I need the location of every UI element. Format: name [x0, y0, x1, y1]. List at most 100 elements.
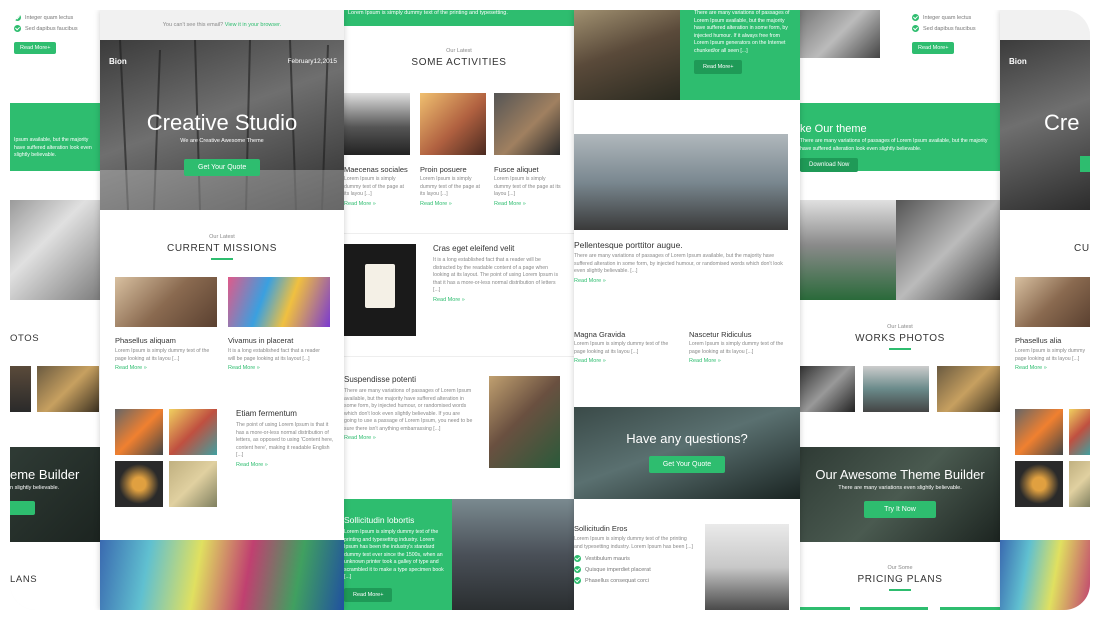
read-more-link[interactable]: Read More »	[344, 201, 410, 207]
lamp-photo	[1015, 461, 1063, 507]
hat-woman-photo	[800, 200, 896, 300]
right-edge-column: Bion Cre CU Phasellus alia Lorem Ipsum i…	[1000, 10, 1090, 610]
reader-photo	[489, 376, 560, 468]
section-eyebrow: Our Latest	[887, 324, 913, 330]
check-icon	[574, 555, 581, 562]
banner-text: Ipsum available, but the majority have s…	[14, 137, 92, 158]
try-button-fragment[interactable]	[10, 501, 35, 515]
top-photo	[800, 10, 880, 58]
check-item: Sed dapibus faucibus	[14, 25, 78, 32]
read-more-link[interactable]: Read More »	[115, 365, 215, 371]
card-text: There are many variations of passages of…	[574, 253, 783, 274]
hero-section: Bion Cre	[1000, 40, 1090, 210]
showcase-collage: Integer quam lectus Sed dapibus faucibus…	[10, 10, 1090, 610]
lantern-photo	[344, 244, 416, 336]
check-label: Integer quam lectus	[923, 14, 972, 21]
pellentesque-card: Pellentesque porttitor augue. There are …	[574, 240, 794, 284]
get-quote-button[interactable]: Get Your Quote	[184, 159, 261, 176]
notebook-photo	[1015, 409, 1063, 455]
lantern-shape	[365, 264, 395, 308]
feature-check-list: Vestibulum mauris Quisque imperdiet plac…	[574, 555, 694, 584]
left-green-banner: Ipsum available, but the majority have s…	[10, 103, 100, 171]
mission-card: Phasellus alia Lorem Ipsum is simply dum…	[1015, 336, 1090, 371]
pricing-tab[interactable]	[800, 607, 850, 610]
divider	[344, 356, 574, 357]
check-list: Integer quam lectus Sed dapibus faucibus…	[912, 14, 976, 54]
camera-hands-photo	[1015, 277, 1090, 327]
read-more-link[interactable]: Read More »	[228, 365, 328, 371]
check-label: Phasellus consequat corci	[585, 577, 649, 584]
read-more-link[interactable]: Read More »	[574, 278, 794, 284]
download-button[interactable]: Download Now	[800, 158, 859, 172]
get-quote-button[interactable]: Get Your Quote	[648, 456, 726, 473]
template-activities: Lorem Ipsum is simply dummy text of the …	[344, 10, 574, 610]
check-icon	[574, 566, 581, 573]
section-eyebrow: Our Latest	[446, 48, 472, 54]
quote-button-fragment[interactable]	[1080, 156, 1090, 172]
activities-header: Our Latest SOME ACTIVITIES	[344, 26, 574, 68]
check-label: Sed dapibus faucibus	[25, 25, 78, 32]
read-more-link[interactable]: Read More »	[344, 435, 474, 441]
view-in-browser-link[interactable]: View it in your browser.	[225, 22, 281, 28]
gallery-photo	[10, 366, 31, 412]
banner-title: Our Awesome Theme Builder	[815, 467, 985, 482]
brand-logo[interactable]: Bion	[1009, 57, 1027, 66]
card-text: Lorem Ipsum is simply dummy text of the …	[574, 341, 669, 355]
theme-green-banner: ke Our theme There are many variations o…	[800, 103, 1000, 172]
read-more-button[interactable]: Read More+	[694, 60, 743, 74]
girl-on-rock-photo	[574, 134, 788, 230]
activity-card: Fusce aliquet Lorem Ipsum is simply dumm…	[494, 165, 562, 207]
section-title: SOME ACTIVITIES	[411, 57, 507, 68]
card-text: Lorem Ipsum is simply dummy text of the …	[344, 176, 404, 197]
read-more-button[interactable]: Read More+	[14, 42, 57, 54]
missions-header: Our Latest CURRENT MISSIONS	[100, 210, 344, 260]
template-creative-studio: You can't see this email? View it in you…	[100, 10, 344, 610]
check-icon	[14, 25, 21, 32]
read-more-button[interactable]: Read More+	[344, 587, 393, 602]
view-bar	[1000, 10, 1090, 40]
banner-title: Have any questions?	[626, 431, 748, 446]
banner-subtitle: There are many variations even slightly …	[838, 485, 962, 491]
section-eyebrow: Our Some	[887, 565, 913, 571]
check-icon	[14, 14, 21, 21]
check-label: Vestibulum mauris	[585, 555, 630, 562]
check-label: Integer quam lectus	[25, 14, 74, 21]
pricing-tab[interactable]	[860, 607, 928, 610]
left-dark-banner: eme Builder n slightly believable.	[10, 447, 100, 542]
banner-subtitle: n slightly believable.	[10, 485, 60, 491]
check-label: Sed dapibus faucibus	[923, 25, 976, 32]
graffiti-wall-photo	[1000, 540, 1090, 610]
try-it-now-button[interactable]: Try It Now	[864, 501, 936, 518]
banner-title: eme Builder	[10, 467, 80, 482]
read-more-link[interactable]: Read More »	[433, 297, 561, 303]
template-landscape: There are many variations of passages of…	[574, 10, 800, 610]
check-item: Vestibulum mauris	[574, 555, 694, 562]
read-more-link[interactable]: Read More »	[1015, 365, 1090, 371]
read-more-link[interactable]: Read More »	[236, 462, 336, 468]
read-more-link[interactable]: Read More »	[420, 201, 486, 207]
read-more-link[interactable]: Read More »	[689, 358, 789, 364]
title-underline	[889, 589, 911, 591]
read-more-button[interactable]: Read More+	[912, 42, 955, 54]
brand-logo[interactable]: Bion	[109, 57, 127, 66]
card-text: Lorem Ipsum is simply dummy text of the …	[420, 176, 480, 197]
card-text: Lorem Ipsum is simply dummy text of the …	[689, 341, 784, 355]
old-camera-photo	[494, 93, 560, 155]
magna-card: Magna Gravida Lorem Ipsum is simply dumm…	[574, 330, 674, 364]
reading-photo	[937, 366, 1000, 412]
banner-text: There are many variations of passages of…	[800, 138, 988, 152]
title-underline	[211, 258, 233, 260]
card-title: Etiam fermentum	[236, 409, 297, 418]
read-more-link[interactable]: Read More »	[574, 358, 674, 364]
card-title: Nascetur Ridiculus	[689, 330, 752, 339]
read-more-link[interactable]: Read More »	[494, 201, 562, 207]
check-label: Quisque imperdiet placerat	[585, 566, 651, 573]
card-text: Lorem Ipsum is simply dummy page looking…	[1015, 348, 1086, 362]
works-header: Our Latest WORKS PHOTOS	[800, 324, 1000, 350]
nascetur-card: Nascetur Ridiculus Lorem Ipsum is simply…	[689, 330, 789, 364]
binoculars-photo	[420, 93, 486, 155]
notebook-photo	[115, 409, 163, 455]
left-check-list: Integer quam lectus Sed dapibus faucibus…	[14, 14, 78, 54]
card-title: Sollicitudin Eros	[574, 524, 628, 533]
pricing-tab[interactable]	[940, 607, 1000, 610]
